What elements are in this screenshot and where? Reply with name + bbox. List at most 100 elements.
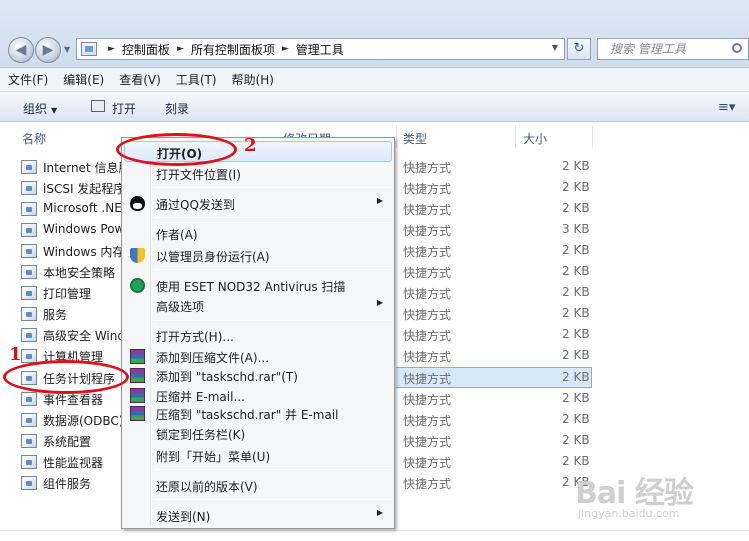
menu-item-label: 使用 ESET NOD32 Antivirus 扫描 [156,280,346,294]
shortcut-icon [21,181,37,195]
shortcut-icon [21,413,37,427]
menu-view[interactable]: 查看(V) [119,71,161,88]
menu-tools[interactable]: 工具(T) [176,71,217,88]
refresh-button[interactable]: ↻ [567,38,591,60]
menu-item-add-rar[interactable]: 添加到 "taskschd.rar"(T) [124,365,392,386]
annotation-circle-task-scheduler [3,360,129,394]
menu-item-pin-taskbar[interactable]: 锁定到任务栏(K) [124,423,392,444]
shortcut-icon [21,223,37,237]
menu-file[interactable]: 文件(F) [8,71,48,88]
burn-button[interactable]: 刻录 [165,100,189,117]
breadcrumb-admin-tools[interactable]: 管理工具 [296,41,344,58]
file-size: 2 KB [562,327,590,341]
menu-separator [154,187,392,188]
file-type: 快捷方式 [403,245,452,259]
file-size: 2 KB [562,454,590,468]
file-name: 服务 [43,308,68,322]
history-dropdown-icon[interactable]: ▼ [64,45,70,54]
open-icon [91,100,105,112]
file-type: 快捷方式 [403,224,452,238]
column-name[interactable]: 名称 [22,130,46,147]
file-type: 快捷方式 [403,350,452,364]
menu-item-label: 通过QQ发送到 [156,198,235,212]
menu-help[interactable]: 帮助(H) [232,71,274,88]
shortcut-icon [21,392,37,406]
address-box[interactable]: ► 控制面板 ► 所有控制面板项 ► 管理工具 ▼ [76,38,565,60]
menu-item-open-with[interactable]: 打开方式(H)... [124,325,392,346]
menu-bar: 文件(F) 编辑(E) 查看(V) 工具(T) 帮助(H) [0,68,749,92]
breadcrumb-all-items[interactable]: 所有控制面板项 [191,41,275,58]
file-size: 3 KB [562,222,590,236]
menu-item-label: 添加到 "taskschd.rar"(T) [156,370,298,384]
menu-item-run-as-admin[interactable]: 以管理员身份运行(A) [124,245,392,266]
breadcrumb-separator-icon[interactable]: ► [282,44,289,54]
file-size: 2 KB [562,348,590,362]
breadcrumb-control-panel[interactable]: 控制面板 [122,41,170,58]
file-type: 快捷方式 [403,266,452,280]
column-divider[interactable] [396,126,397,148]
menu-item-compress-rar-email[interactable]: 压缩到 "taskschd.rar" 并 E-mail [124,403,392,424]
annotation-circle-open [116,133,237,166]
watermark-url: jingyan.baidu.com [578,507,680,520]
winrar-icon [130,406,145,421]
menu-item-pin-start[interactable]: 附到「开始」菜单(U) [124,445,392,466]
menu-item-label: 高级选项 [156,300,205,314]
menu-item-send-qq[interactable]: 通过QQ发送到 ▶ [124,193,392,214]
menu-separator [154,469,392,470]
menu-item-author[interactable]: 作者(A) [124,223,392,244]
file-size: 2 KB [562,412,590,426]
breadcrumb-separator-icon[interactable]: ► [177,44,184,54]
shortcut-icon [21,455,37,469]
file-size: 2 KB [562,180,590,194]
chevron-down-icon: ▼ [51,106,58,115]
winrar-icon [130,388,145,403]
back-button[interactable]: ◀ [8,37,34,63]
context-menu: 打开(O) 打开文件位置(I) 通过QQ发送到 ▶ 作者(A) 以管理员身份运行(… [121,137,395,529]
column-divider[interactable] [592,126,593,148]
winrar-icon [130,368,145,383]
menu-item-send-to[interactable]: 发送到(N) ▶ [124,505,392,526]
search-icon[interactable] [732,43,742,53]
control-panel-icon [81,42,97,56]
menu-edit[interactable]: 编辑(E) [63,71,104,88]
column-size[interactable]: 大小 [523,130,547,147]
organize-button[interactable]: 组织 ▼ [23,100,57,117]
menu-item-label: 发送到(N) [156,510,211,524]
file-type: 快捷方式 [403,372,452,386]
winrar-icon [130,349,145,364]
menu-separator [154,269,392,270]
qq-icon [130,196,145,211]
file-size: 2 KB [562,433,590,447]
file-name: 性能监视器 [43,456,104,470]
eset-icon [130,278,145,293]
menu-separator [154,499,392,500]
file-size: 2 KB [562,391,590,405]
file-size: 2 KB [562,370,590,384]
shortcut-icon [21,328,37,342]
annotation-number-2: 2 [244,135,257,156]
column-divider[interactable] [515,126,516,148]
menu-item-advanced[interactable]: 高级选项 ▶ [124,295,392,316]
file-name: 高级安全 Windows [43,329,121,343]
forward-button[interactable]: ▶ [35,37,61,63]
menu-item-add-archive[interactable]: 添加到压缩文件(A)... [124,346,392,367]
annotation-number-1: 1 [9,344,22,365]
file-type: 快捷方式 [403,393,452,407]
menu-item-restore-versions[interactable]: 还原以前的版本(V) [124,475,392,496]
file-size: 2 KB [562,243,590,257]
file-size: 2 KB [562,264,590,278]
file-type: 快捷方式 [403,182,452,196]
file-size: 2 KB [562,306,590,320]
column-type[interactable]: 类型 [403,130,427,147]
menu-item-eset-scan[interactable]: 使用 ESET NOD32 Antivirus 扫描 [124,275,392,296]
menu-item-label: 锁定到任务栏(K) [156,428,246,442]
address-dropdown-icon[interactable]: ▼ [552,43,558,52]
search-input[interactable]: 搜索 管理工具 [597,38,749,60]
shortcut-icon [21,307,37,321]
menu-item-label: 添加到压缩文件(A)... [156,351,270,365]
open-button[interactable]: 打开 [112,100,136,117]
menu-item-open-location[interactable]: 打开文件位置(I) [124,163,392,184]
view-options-icon[interactable]: ≡▾ [718,100,735,115]
file-name: iSCSI 发起程序 [43,182,121,196]
breadcrumb-separator-icon[interactable]: ► [108,44,115,54]
